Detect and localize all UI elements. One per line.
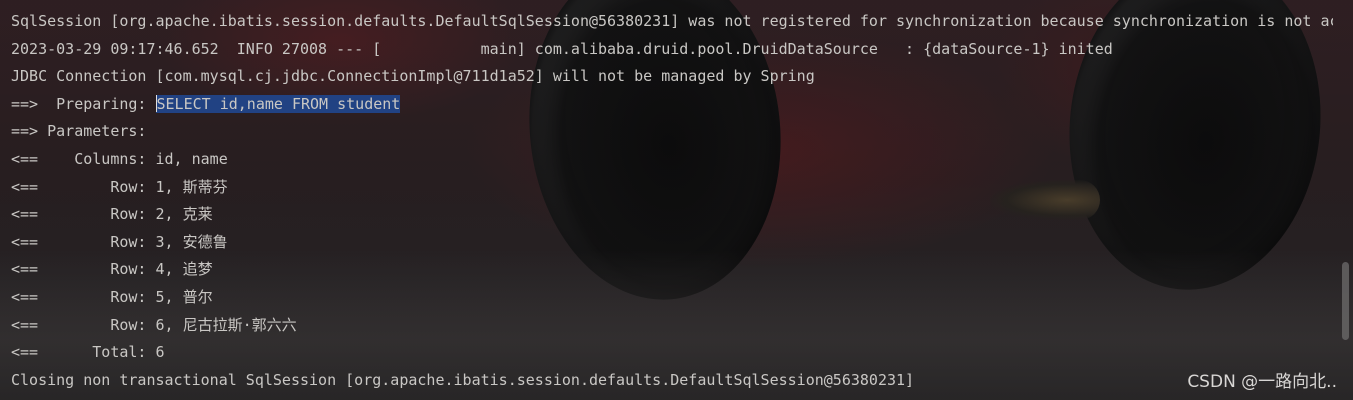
log-line[interactable]: <== Row: 1, 斯蒂芬 xyxy=(11,174,1333,202)
log-text: JDBC Connection [com.mysql.cj.jdbc.Conne… xyxy=(11,67,815,86)
log-line[interactable]: <== Row: 6, 尼古拉斯·郭六六 xyxy=(11,312,1333,340)
log-line[interactable]: Closing non transactional SqlSession [or… xyxy=(11,367,1333,395)
log-line[interactable]: JDBC Connection [com.mysql.cj.jdbc.Conne… xyxy=(11,63,1333,91)
log-line[interactable]: <== Row: 3, 安德鲁 xyxy=(11,229,1333,257)
log-text: <== Row: 4, 追梦 xyxy=(11,260,213,279)
log-text: SqlSession [org.apache.ibatis.session.de… xyxy=(11,12,1333,30)
log-text: ==> Parameters: xyxy=(11,122,156,141)
log-line[interactable]: <== Total: 6 xyxy=(11,339,1333,367)
log-text: 2023-03-29 09:17:46.652 INFO 27008 --- [… xyxy=(11,39,1113,58)
log-line[interactable]: 2023-03-29 09:17:46.652 INFO 27008 --- [… xyxy=(11,36,1333,64)
log-text: <== Columns: id, name xyxy=(11,149,228,168)
selected-sql-text[interactable]: SELECT id,name FROM student xyxy=(155,94,401,113)
log-line[interactable]: <== Columns: id, name xyxy=(11,146,1333,174)
log-line[interactable]: <== Row: 5, 普尔 xyxy=(11,284,1333,312)
log-line[interactable]: ==> Parameters: xyxy=(11,118,1333,146)
log-text: <== Row: 2, 克莱 xyxy=(11,205,213,224)
log-text: <== Total: 6 xyxy=(11,343,165,362)
vertical-scrollbar[interactable] xyxy=(1339,0,1353,400)
log-line[interactable]: <== Row: 2, 克莱 xyxy=(11,201,1333,229)
console-output[interactable]: SqlSession [org.apache.ibatis.session.de… xyxy=(11,8,1333,394)
log-text: <== Row: 3, 安德鲁 xyxy=(11,232,228,251)
log-line[interactable]: <== Row: 4, 追梦 xyxy=(11,256,1333,284)
log-text: <== Row: 1, 斯蒂芬 xyxy=(11,177,228,196)
csdn-watermark: CSDN @一路向北.. xyxy=(1187,372,1337,392)
log-line[interactable]: SqlSession [org.apache.ibatis.session.de… xyxy=(11,8,1333,36)
scrollbar-thumb[interactable] xyxy=(1342,262,1349,340)
log-text: Closing non transactional SqlSession [or… xyxy=(11,370,915,389)
log-text: <== Row: 6, 尼古拉斯·郭六六 xyxy=(11,315,297,334)
run-console[interactable]: SqlSession [org.apache.ibatis.session.de… xyxy=(0,0,1353,400)
log-text: ==> Preparing: xyxy=(11,94,156,113)
log-line-preparing[interactable]: ==> Preparing: SELECT id,name FROM stude… xyxy=(11,91,1333,119)
log-text: <== Row: 5, 普尔 xyxy=(11,287,213,306)
sql-statement: SELECT id,name FROM student xyxy=(156,94,401,113)
